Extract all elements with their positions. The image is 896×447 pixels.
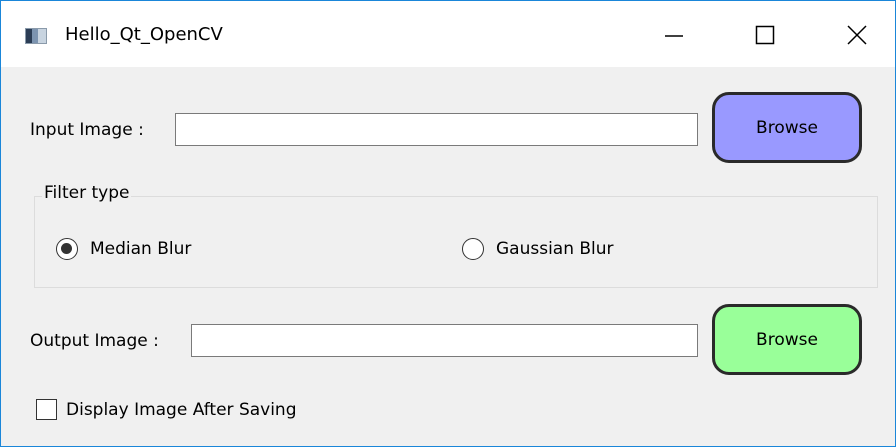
- close-button[interactable]: [811, 1, 896, 67]
- title-bar[interactable]: Hello_Qt_OpenCV: [1, 1, 895, 67]
- minimize-button[interactable]: [627, 1, 719, 67]
- input-image-label: Input Image :: [30, 120, 144, 140]
- maximize-icon: [755, 25, 775, 45]
- gaussian-blur-radio[interactable]: [462, 238, 484, 260]
- filter-type-title: Filter type: [42, 183, 132, 203]
- gaussian-blur-label[interactable]: Gaussian Blur: [496, 239, 614, 259]
- median-blur-radio[interactable]: [56, 238, 78, 260]
- close-icon: [847, 25, 867, 45]
- input-image-field[interactable]: [175, 113, 698, 146]
- window-title: Hello_Qt_OpenCV: [65, 24, 223, 45]
- output-browse-button[interactable]: Browse: [712, 304, 862, 375]
- display-after-saving-label[interactable]: Display Image After Saving: [66, 400, 297, 420]
- app-window-icon: [25, 28, 47, 44]
- maximize-button[interactable]: [719, 1, 811, 67]
- output-image-field[interactable]: [191, 324, 698, 357]
- main-window: Hello_Qt_OpenCV Input Image : Browse Fil…: [0, 0, 896, 447]
- radio-selected-dot: [61, 243, 72, 254]
- input-browse-button[interactable]: Browse: [712, 92, 862, 163]
- minimize-icon: [665, 35, 683, 37]
- display-after-saving-checkbox[interactable]: [36, 399, 57, 420]
- output-image-label: Output Image :: [30, 331, 159, 351]
- median-blur-label[interactable]: Median Blur: [90, 239, 191, 259]
